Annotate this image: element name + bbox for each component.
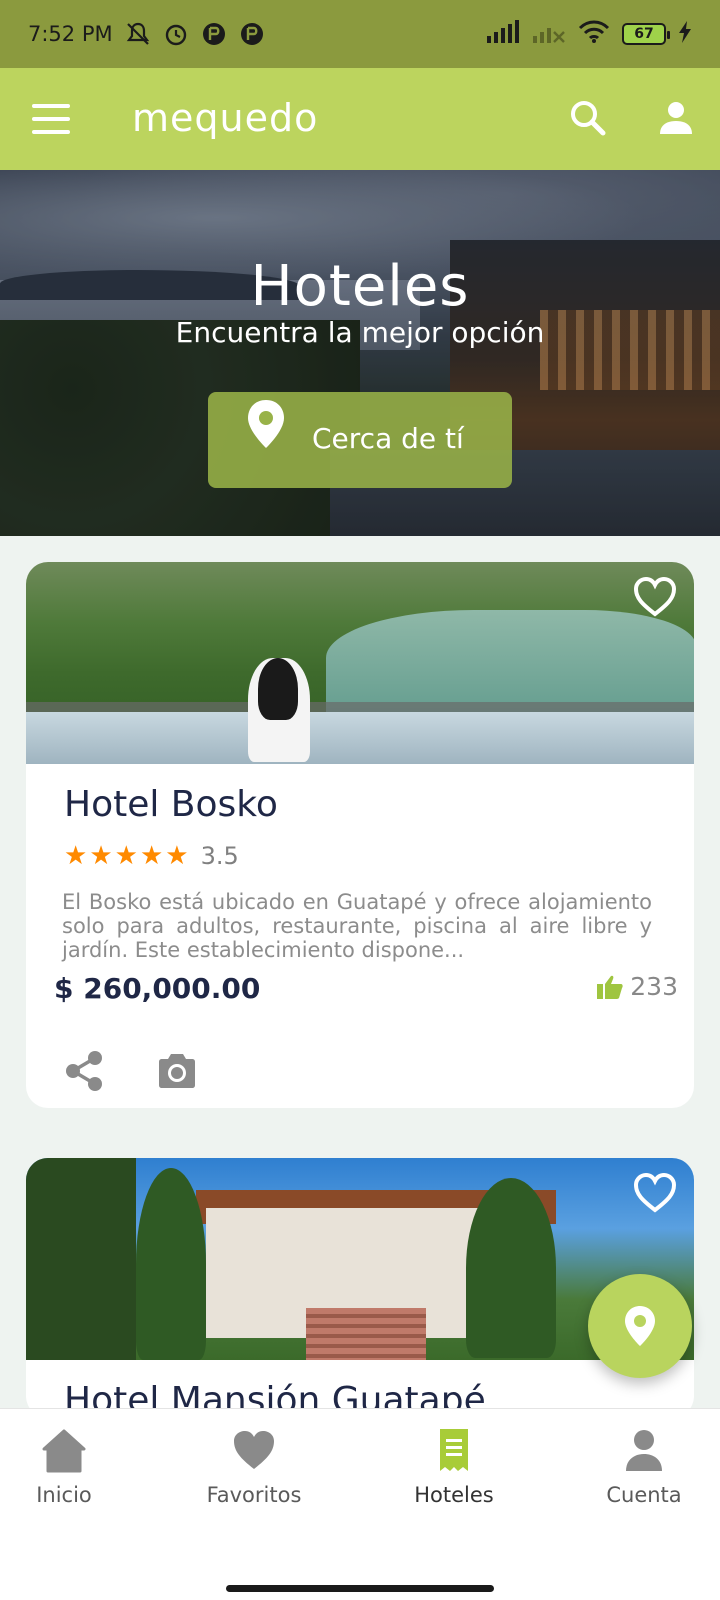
likes-count[interactable]: 233	[596, 972, 678, 1001]
camera-icon	[159, 1054, 195, 1088]
thumbs-up-icon	[597, 975, 623, 999]
favorite-button[interactable]	[632, 1172, 678, 1214]
hotel-photo	[26, 562, 694, 764]
status-right: 67	[486, 19, 692, 49]
star-icon: ★	[139, 841, 164, 871]
menu-button[interactable]	[32, 104, 70, 134]
home-icon	[42, 1429, 86, 1473]
app-logo: mequedo	[132, 96, 319, 140]
mute-icon	[125, 21, 151, 47]
star-icon: ★	[89, 841, 113, 871]
nav-item-cuenta[interactable]: Cuenta	[564, 1427, 720, 1507]
near-me-button[interactable]: Cerca de tí	[208, 392, 512, 488]
hotel-price: $ 260,000.00	[54, 972, 261, 1005]
hotel-name[interactable]: Hotel Bosko	[64, 784, 278, 825]
favorite-button[interactable]	[632, 576, 678, 618]
hotel-card[interactable]: Hotel Mansión Guatapé	[26, 1158, 694, 1418]
app-notification-icon	[201, 21, 227, 47]
status-bar: 7:52 PM 67	[0, 0, 720, 68]
hotel-card[interactable]: Hotel Bosko ★ ★ ★ ★ ★ 3.5 El Bosko está …	[26, 562, 694, 1108]
heart-outline-icon	[633, 1172, 677, 1213]
share-icon	[66, 1051, 102, 1091]
menu-icon	[32, 104, 70, 108]
star-icon: ★	[114, 841, 138, 871]
app-notification-icon	[239, 21, 265, 47]
star-icon: ★	[64, 841, 88, 871]
wifi-icon	[578, 20, 610, 49]
likes-value: 233	[630, 972, 678, 1001]
charging-icon	[678, 20, 692, 48]
heart-icon	[234, 1431, 274, 1469]
location-pin-icon	[248, 400, 284, 448]
account-icon	[626, 1430, 662, 1471]
nav-label: Hoteles	[414, 1483, 494, 1507]
signal-icon	[486, 19, 520, 49]
near-me-label: Cerca de tí	[312, 422, 464, 455]
rating-value: 3.5	[200, 842, 239, 870]
map-fab-button[interactable]	[588, 1274, 692, 1378]
alarm-icon	[163, 21, 189, 47]
signal-weak-icon	[532, 20, 566, 49]
search-icon	[571, 101, 606, 136]
photos-button[interactable]	[156, 1052, 198, 1090]
battery-indicator: 67	[622, 23, 670, 45]
star-icon: ★	[165, 841, 189, 871]
nav-label: Cuenta	[606, 1483, 682, 1507]
nav-item-hoteles[interactable]: Hoteles	[374, 1427, 534, 1507]
nav-item-favoritos[interactable]: Favoritos	[174, 1427, 334, 1507]
status-time: 7:52 PM	[28, 22, 113, 46]
bottom-navigation: Inicio Favoritos Hoteles Cuenta	[0, 1408, 720, 1600]
hero-banner: Hoteles Encuentra la mejor opción Cerca …	[0, 170, 720, 536]
hotel-description: El Bosko está ubicado en Guatapé y ofrec…	[62, 890, 652, 962]
nav-label: Favoritos	[206, 1483, 302, 1507]
location-pin-icon	[625, 1306, 655, 1346]
nav-item-inicio[interactable]: Inicio	[0, 1427, 144, 1507]
hero-subtitle: Encuentra la mejor opción	[175, 316, 545, 349]
share-button[interactable]	[64, 1050, 104, 1092]
search-button[interactable]	[568, 98, 608, 138]
hotel-icon	[440, 1429, 468, 1471]
home-indicator[interactable]	[226, 1585, 494, 1592]
heart-outline-icon	[633, 576, 677, 617]
nav-label: Inicio	[36, 1483, 92, 1507]
app-bar: mequedo	[0, 68, 720, 170]
status-left: 7:52 PM	[28, 21, 265, 47]
star-rating: ★ ★ ★ ★ ★ 3.5	[64, 842, 239, 870]
profile-button[interactable]	[656, 98, 696, 138]
user-icon	[660, 102, 692, 134]
hero-title: Hoteles	[250, 254, 470, 319]
